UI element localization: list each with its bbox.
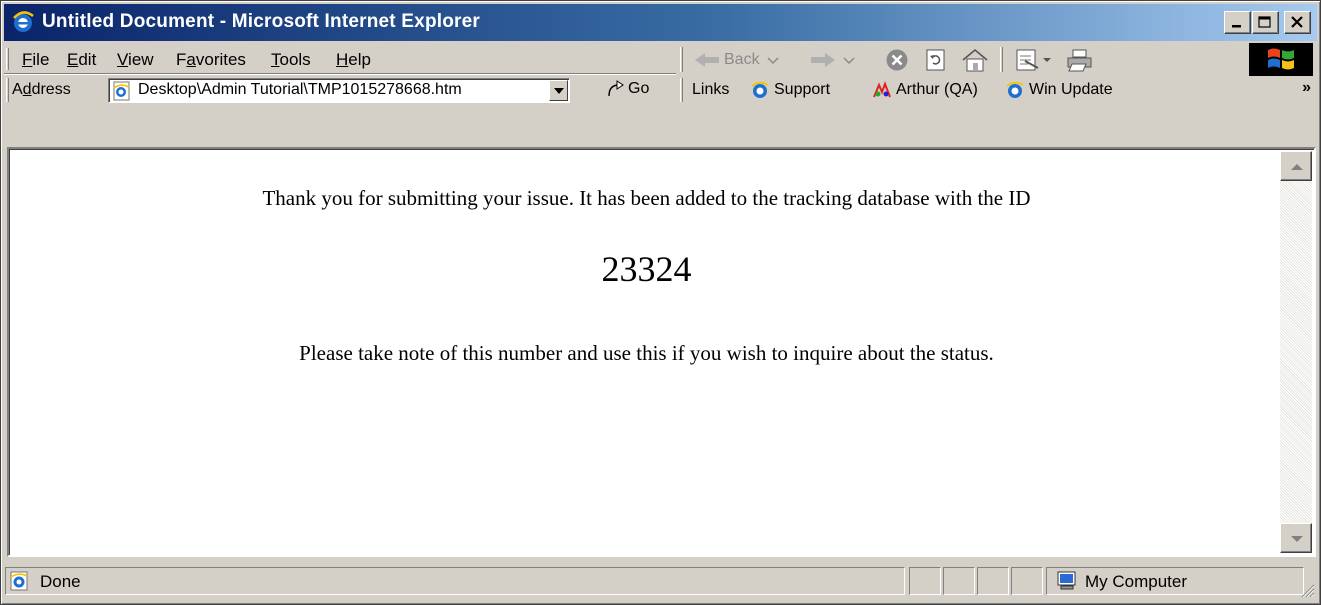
menu-favorites[interactable]: Favorites	[176, 50, 246, 70]
address-label: Address	[12, 81, 71, 98]
status-pane	[1011, 567, 1043, 595]
scroll-down-arrow-icon	[1291, 536, 1303, 542]
address-dropdown-button[interactable]	[549, 80, 568, 101]
print-button[interactable]	[1066, 47, 1094, 72]
note-message: Please take note of this number and use …	[299, 341, 994, 365]
address-input[interactable]: Desktop\Admin Tutorial\TMP1015278668.htm	[138, 81, 462, 99]
close-button[interactable]	[1284, 11, 1311, 34]
maximize-button[interactable]	[1252, 11, 1279, 34]
ie-page-icon	[10, 571, 28, 591]
link-win-update[interactable]: Win Update	[1005, 80, 1113, 100]
vertical-scrollbar[interactable]	[1280, 151, 1312, 553]
minimize-button[interactable]	[1224, 11, 1251, 34]
menu-file[interactable]: File	[22, 50, 49, 70]
mail-dropdown-icon[interactable]	[1042, 55, 1052, 65]
menu-grip[interactable]	[6, 48, 9, 70]
window-title: Untitled Document - Microsoft Internet E…	[42, 11, 480, 32]
refresh-icon	[926, 49, 945, 70]
links-more-chevron[interactable]: »	[1302, 79, 1311, 97]
confirmation-message: Thank you for submitting your issue. It …	[262, 186, 1031, 210]
mail-button[interactable]	[1014, 47, 1052, 72]
status-bar: Done My Computer	[4, 564, 1317, 600]
printer-icon	[1067, 49, 1092, 71]
address-grip[interactable]	[6, 78, 9, 102]
title-bar[interactable]: Untitled Document - Microsoft Internet E…	[4, 4, 1317, 41]
menu-help[interactable]: Help	[336, 50, 371, 70]
status-text: Done	[40, 572, 81, 591]
scroll-up-button[interactable]	[1280, 151, 1312, 181]
refresh-button[interactable]	[924, 47, 948, 72]
minimize-icon	[1232, 25, 1241, 28]
menu-edit[interactable]: Edit	[67, 50, 96, 70]
address-links-row: Address Desktop\Admin Tutorial\TMP101527…	[4, 75, 1317, 105]
toolbar-grip[interactable]	[680, 47, 683, 72]
ie-logo-icon	[13, 11, 34, 32]
forward-dropdown-icon[interactable]	[842, 55, 856, 65]
mail-icon	[1016, 49, 1039, 70]
windows-logo-icon	[1268, 48, 1294, 70]
back-button[interactable]: Back	[694, 47, 780, 72]
links-label: Links	[692, 81, 730, 98]
home-icon	[962, 48, 988, 71]
menu-bar: File Edit View Favorites Tools Help	[4, 45, 676, 74]
toolbar-separator	[1000, 47, 1003, 72]
go-button[interactable]: Go	[606, 80, 649, 98]
back-label: Back	[724, 50, 760, 68]
status-text-pane: Done	[5, 567, 905, 595]
forward-arrow-icon	[811, 52, 835, 67]
status-pane	[943, 567, 975, 595]
back-arrow-icon	[695, 52, 719, 67]
scroll-down-button[interactable]	[1280, 523, 1312, 553]
issue-id: 23324	[601, 249, 692, 289]
my-computer-icon	[1057, 571, 1076, 590]
browser-window: Untitled Document - Microsoft Internet E…	[0, 0, 1321, 605]
arthur-app-icon	[873, 81, 891, 98]
resize-grip-icon[interactable]	[1301, 584, 1315, 598]
security-zone-pane: My Computer	[1046, 567, 1304, 595]
go-arrow-icon	[608, 80, 624, 97]
security-zone-label: My Computer	[1085, 572, 1188, 591]
status-pane	[977, 567, 1009, 595]
home-button[interactable]	[961, 47, 989, 72]
menu-tools[interactable]: Tools	[271, 50, 311, 70]
ie-page-icon	[1006, 81, 1024, 98]
back-dropdown-icon[interactable]	[766, 55, 780, 65]
links-bar: Links Support Arthur (QA) Win Update »	[680, 75, 1317, 105]
windows-flag-throbber	[1249, 43, 1313, 76]
ie-page-icon	[751, 81, 769, 98]
go-label: Go	[628, 80, 650, 97]
page-content: Thank you for submitting your issue. It …	[7, 147, 1316, 557]
standard-toolbar: Back	[680, 43, 1317, 76]
link-arthur-qa[interactable]: Arthur (QA)	[872, 80, 978, 100]
stop-button[interactable]	[885, 47, 909, 72]
chevron-down-icon	[554, 88, 564, 94]
page-icon	[113, 81, 130, 101]
status-pane	[909, 567, 941, 595]
link-support[interactable]: Support	[750, 80, 830, 100]
scroll-up-arrow-icon	[1291, 164, 1303, 170]
maximize-icon	[1258, 16, 1271, 28]
stop-icon	[886, 49, 908, 70]
links-grip[interactable]	[680, 78, 683, 102]
forward-button[interactable]	[810, 47, 856, 72]
menu-view[interactable]: View	[117, 50, 154, 70]
address-combobox[interactable]: Desktop\Admin Tutorial\TMP1015278668.htm	[108, 78, 570, 103]
close-icon	[1291, 16, 1303, 28]
